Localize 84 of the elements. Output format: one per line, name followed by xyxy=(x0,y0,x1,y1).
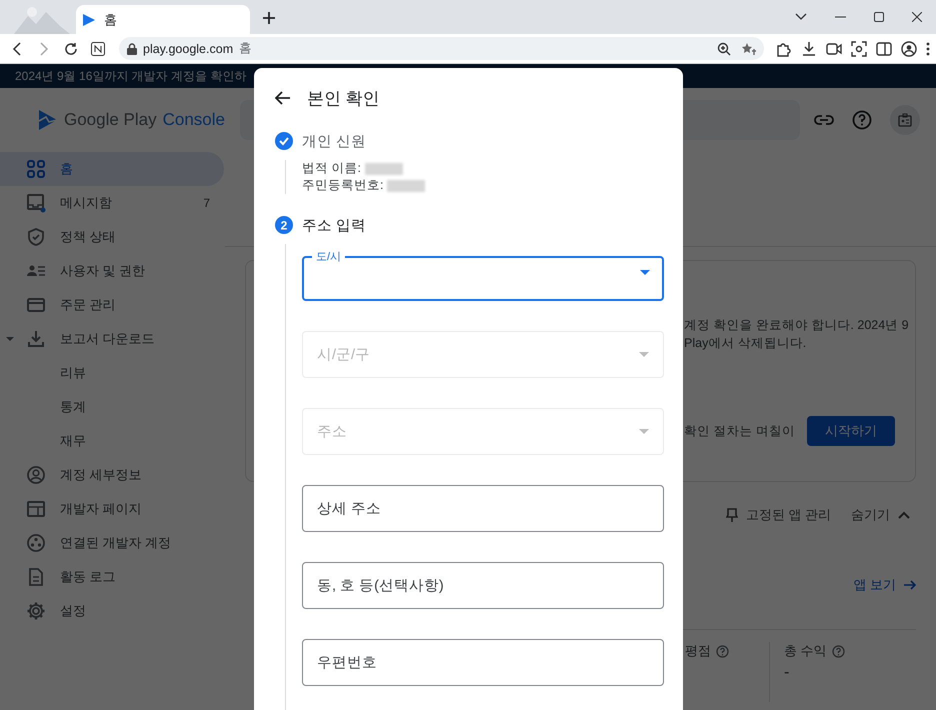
check-circle-icon xyxy=(275,132,293,150)
play-console-logo-icon xyxy=(38,109,58,131)
hide-toggle-button[interactable]: 숨기기 xyxy=(851,506,910,524)
dropdown-field: 시/군/구 xyxy=(302,331,664,378)
maximize-icon[interactable] xyxy=(874,12,884,22)
stat-label: 평점 xyxy=(685,642,711,660)
document-icon xyxy=(26,567,46,587)
sidebar-subitem[interactable]: 통계 xyxy=(0,390,224,424)
puzzle-icon[interactable] xyxy=(776,40,792,56)
stat-value: - xyxy=(784,664,790,682)
zoom-icon[interactable] xyxy=(717,42,731,56)
sidebar-item[interactable]: 홈 xyxy=(0,152,224,186)
settings-icon xyxy=(26,601,46,621)
credit-card-icon xyxy=(26,295,46,315)
sidebar-subitem[interactable]: 리뷰 xyxy=(0,356,224,390)
sidebar-icon[interactable] xyxy=(876,40,892,56)
linked-circles-icon xyxy=(26,533,46,553)
detail-label: 법적 이름: xyxy=(302,160,361,177)
card-text: Play에서 삭제됩니다. xyxy=(684,335,808,352)
view-apps-link[interactable]: 앱 보기 xyxy=(853,576,916,594)
chevron-down-icon[interactable] xyxy=(795,13,807,21)
help-icon[interactable] xyxy=(716,644,729,658)
browser-tab[interactable]: 홈 xyxy=(76,5,250,34)
sidebar-item[interactable]: 사용자 및 권한 xyxy=(0,254,224,288)
text-input-field[interactable]: 동, 호 등(선택사항) xyxy=(302,562,664,609)
step-number-icon: 2 xyxy=(275,216,293,234)
sidebar-item[interactable]: 설정 xyxy=(0,594,224,628)
dialog-title: 본인 확인 xyxy=(307,88,380,110)
sidebar-item[interactable]: 계정 세부정보 xyxy=(0,458,224,492)
sidebar-item[interactable]: 정책 상태 xyxy=(0,220,224,254)
dropdown-field[interactable]: 도/시 xyxy=(302,249,664,301)
card-text: 계정 확인을 완료해야 합니다. 2024년 9 xyxy=(684,317,910,334)
web-page-icon xyxy=(26,499,46,519)
text-input-field[interactable]: 우편번호 xyxy=(302,639,664,686)
banner-text: 2024년 9월 16일까지 개발자 계정을 확인하 xyxy=(15,68,246,84)
account-circle-icon xyxy=(26,465,46,485)
unread-count: 7 xyxy=(203,196,210,210)
download-icon xyxy=(26,329,46,349)
back-arrow-icon[interactable] xyxy=(275,91,291,105)
sidebar-item[interactable]: 보고서 다운로드 xyxy=(0,322,224,356)
help-icon[interactable] xyxy=(832,644,845,658)
more-icon[interactable] xyxy=(926,40,930,56)
start-button[interactable]: 시작하기 xyxy=(807,416,895,446)
inbox-icon xyxy=(26,193,46,213)
card-note: 확인 절차는 며칠이 xyxy=(684,423,795,440)
account-avatar[interactable] xyxy=(890,105,920,135)
shield-check-icon xyxy=(26,227,46,247)
play-logo-icon xyxy=(82,12,96,26)
plus-icon xyxy=(263,12,275,24)
address-bar[interactable]: play.google.com 홈 xyxy=(119,37,764,60)
pin-icon xyxy=(726,508,738,522)
dropdown-field: 주소 xyxy=(302,408,664,455)
sidebar-item[interactable]: 연결된 개발자 계정 xyxy=(0,526,224,560)
minimize-icon[interactable] xyxy=(835,16,846,18)
grid-icon xyxy=(26,159,46,179)
brand-name: Google Play xyxy=(64,110,157,130)
caret-down-icon xyxy=(640,270,650,275)
id-badge-icon xyxy=(898,113,912,127)
sidebar-item[interactable]: 주문 관리 xyxy=(0,288,224,322)
sidebar-item[interactable]: 활동 로그 xyxy=(0,560,224,594)
sidebar-item[interactable]: 메시지함 7 xyxy=(0,186,224,220)
product-name: Console xyxy=(162,110,225,130)
screenshot-icon[interactable] xyxy=(851,40,867,56)
stat-label: 총 수익 xyxy=(784,642,827,660)
close-icon[interactable] xyxy=(912,12,922,22)
profile-icon[interactable] xyxy=(901,40,917,56)
caret-down-icon xyxy=(639,429,649,434)
download-icon[interactable] xyxy=(801,40,817,56)
detail-label: 주민등록번호: xyxy=(302,177,384,194)
manage-pinned-apps-button[interactable]: 고정된 앱 관리 xyxy=(726,506,831,524)
caret-down-icon xyxy=(639,352,649,357)
link-icon[interactable] xyxy=(814,115,834,125)
mountain-decoration-icon xyxy=(14,4,70,34)
step-label: 주소 입력 xyxy=(302,216,366,234)
sidebar-subitem[interactable]: 재무 xyxy=(0,424,224,458)
lock-icon xyxy=(127,42,137,54)
text-input-field[interactable]: 상세 주소 xyxy=(302,485,664,532)
sidebar-item[interactable]: 개발자 페이지 xyxy=(0,492,224,526)
step-label: 개인 신원 xyxy=(302,132,366,150)
help-icon[interactable] xyxy=(852,110,872,130)
star-add-icon[interactable] xyxy=(741,42,756,56)
caret-down-icon[interactable] xyxy=(6,335,14,343)
arrow-right-icon xyxy=(904,580,916,590)
video-icon[interactable] xyxy=(826,40,842,56)
